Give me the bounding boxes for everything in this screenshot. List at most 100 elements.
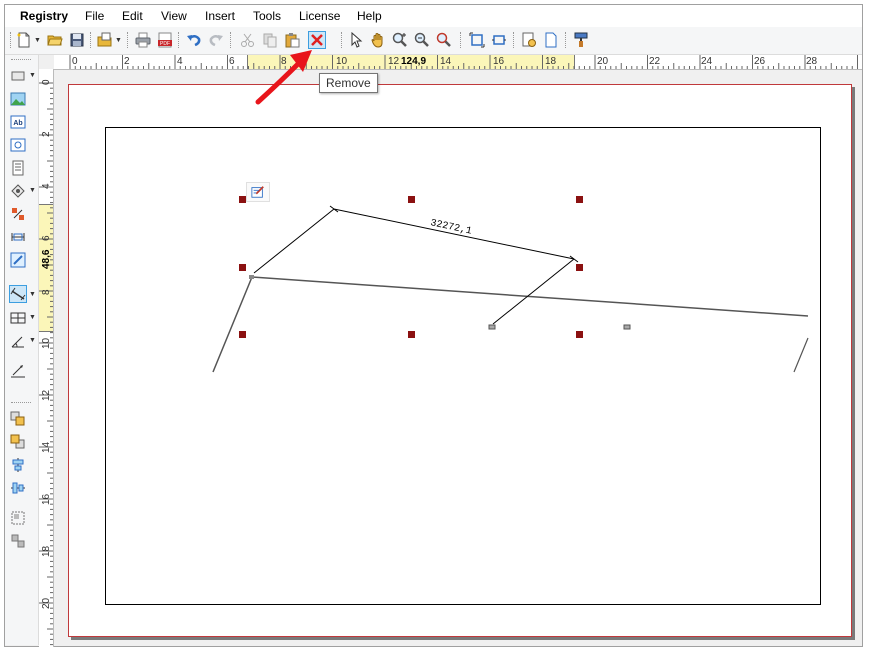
selection-handle[interactable] <box>576 196 583 203</box>
palette-separator <box>11 402 31 403</box>
bring-forward-icon[interactable] <box>9 410 27 428</box>
selection-handle[interactable] <box>239 196 246 203</box>
ruler-label: 4 <box>41 183 52 189</box>
drawing-page[interactable] <box>68 84 852 637</box>
ruler-ticks <box>39 82 53 646</box>
select-arrow-icon[interactable] <box>347 31 365 49</box>
menu-registry[interactable]: Registry <box>20 9 68 23</box>
zoom-magnify-icon[interactable] <box>435 31 453 49</box>
open-folder-icon[interactable] <box>46 31 64 49</box>
menu-license[interactable]: License <box>299 9 340 23</box>
ruler-label: 20 <box>41 597 52 609</box>
undo-icon[interactable] <box>185 31 203 49</box>
toolbar-separator <box>460 32 462 48</box>
menu-tools[interactable]: Tools <box>253 9 281 23</box>
chevron-down-icon[interactable]: ▼ <box>29 187 36 194</box>
page-setup-icon[interactable] <box>520 31 538 49</box>
send-backward-icon[interactable] <box>9 433 27 451</box>
toolbar-separator <box>230 32 232 48</box>
chevron-down-icon[interactable]: ▼ <box>29 291 36 298</box>
paste-icon[interactable] <box>283 31 301 49</box>
copy-icon[interactable] <box>261 31 279 49</box>
svg-text:Ab: Ab <box>13 120 22 127</box>
page-icon[interactable] <box>542 31 560 49</box>
print-icon[interactable] <box>134 31 152 49</box>
ruler-label: 18 <box>41 545 52 557</box>
selection-handle[interactable] <box>408 331 415 338</box>
selection-handle[interactable] <box>239 264 246 271</box>
ungroup-icon[interactable] <box>9 532 27 550</box>
menu-insert[interactable]: Insert <box>205 9 235 23</box>
template-icon[interactable] <box>96 31 114 49</box>
menu-view[interactable]: View <box>161 9 187 23</box>
format-painter-icon[interactable] <box>572 31 590 49</box>
menu-file[interactable]: File <box>85 9 104 23</box>
zoom-in-icon[interactable] <box>391 31 409 49</box>
ruler-ticks <box>69 55 858 69</box>
ruler-label: 12 <box>388 56 400 67</box>
selection-handle[interactable] <box>239 331 246 338</box>
ruler-label: 2 <box>41 131 52 137</box>
dimension-icon[interactable] <box>9 228 27 246</box>
image-icon[interactable] <box>9 90 27 108</box>
toolbar-separator <box>565 32 567 48</box>
selection-handle[interactable] <box>576 331 583 338</box>
symbol-icon[interactable] <box>9 182 27 200</box>
toolbar-separator <box>90 32 92 48</box>
ruler-position-readout: 48,6 <box>41 249 52 269</box>
align-center-icon[interactable] <box>9 456 27 474</box>
angle-icon[interactable] <box>9 332 27 350</box>
zoom-out-icon[interactable] <box>413 31 431 49</box>
text-icon[interactable]: Ab <box>9 113 27 131</box>
ruler-label: 12 <box>41 389 52 401</box>
chevron-down-icon[interactable]: ▼ <box>29 314 36 321</box>
fit-page-icon[interactable] <box>468 31 486 49</box>
ruler-label: 28 <box>806 56 818 67</box>
line-dimension-icon[interactable] <box>9 285 27 303</box>
menu-edit[interactable]: Edit <box>122 9 143 23</box>
drawing-canvas[interactable] <box>54 70 862 646</box>
selection-handle[interactable] <box>576 264 583 271</box>
ruler-label: 22 <box>649 56 661 67</box>
cut-icon[interactable] <box>239 31 257 49</box>
group-icon[interactable] <box>9 509 27 527</box>
chevron-down-icon[interactable]: ▼ <box>34 37 41 44</box>
ruler-label: 4 <box>177 56 183 67</box>
chevron-down-icon[interactable]: ▼ <box>29 72 36 79</box>
ruler-label: 6 <box>41 235 52 241</box>
new-document-icon[interactable] <box>15 31 33 49</box>
horizontal-dimension-icon[interactable] <box>9 309 27 327</box>
ruler-label: 0 <box>72 56 78 67</box>
measure-icon[interactable] <box>9 251 27 269</box>
chevron-down-icon[interactable]: ▼ <box>29 337 36 344</box>
toolbar-separator <box>341 32 343 48</box>
rectangle-icon[interactable] <box>9 67 27 85</box>
ruler-label: 6 <box>229 56 235 67</box>
ruler-label: 10 <box>336 56 348 67</box>
pan-hand-icon[interactable] <box>369 31 387 49</box>
baseline-icon[interactable] <box>9 362 27 380</box>
save-icon[interactable] <box>68 31 86 49</box>
toolbar-separator <box>178 32 180 48</box>
edit-properties-icon[interactable] <box>246 182 270 202</box>
remove-icon[interactable] <box>308 31 326 49</box>
table-icon[interactable] <box>9 159 27 177</box>
ruler-label: 20 <box>597 56 609 67</box>
ruler-label: 14 <box>41 441 52 453</box>
ruler-label: 26 <box>754 56 766 67</box>
ruler-label: 2 <box>124 56 130 67</box>
drawing-frame[interactable] <box>105 127 821 605</box>
menu-bar: Registry File Edit View Insert Tools Lic… <box>5 5 862 27</box>
chevron-down-icon[interactable]: ▼ <box>115 37 122 44</box>
ruler-label: 10 <box>41 337 52 349</box>
menu-help[interactable]: Help <box>357 9 382 23</box>
align-middle-icon[interactable] <box>9 479 27 497</box>
left-tool-palette: ▼ Ab ▼ ▼ ▼ ▼ <box>5 55 39 645</box>
pdf-export-icon[interactable]: PDF <box>156 31 174 49</box>
fit-width-icon[interactable] <box>490 31 508 49</box>
selection-handle[interactable] <box>408 196 415 203</box>
redo-icon[interactable] <box>207 31 225 49</box>
field-icon[interactable] <box>9 136 27 154</box>
coordinates-icon[interactable] <box>9 205 27 223</box>
svg-text:PDF: PDF <box>160 41 170 47</box>
